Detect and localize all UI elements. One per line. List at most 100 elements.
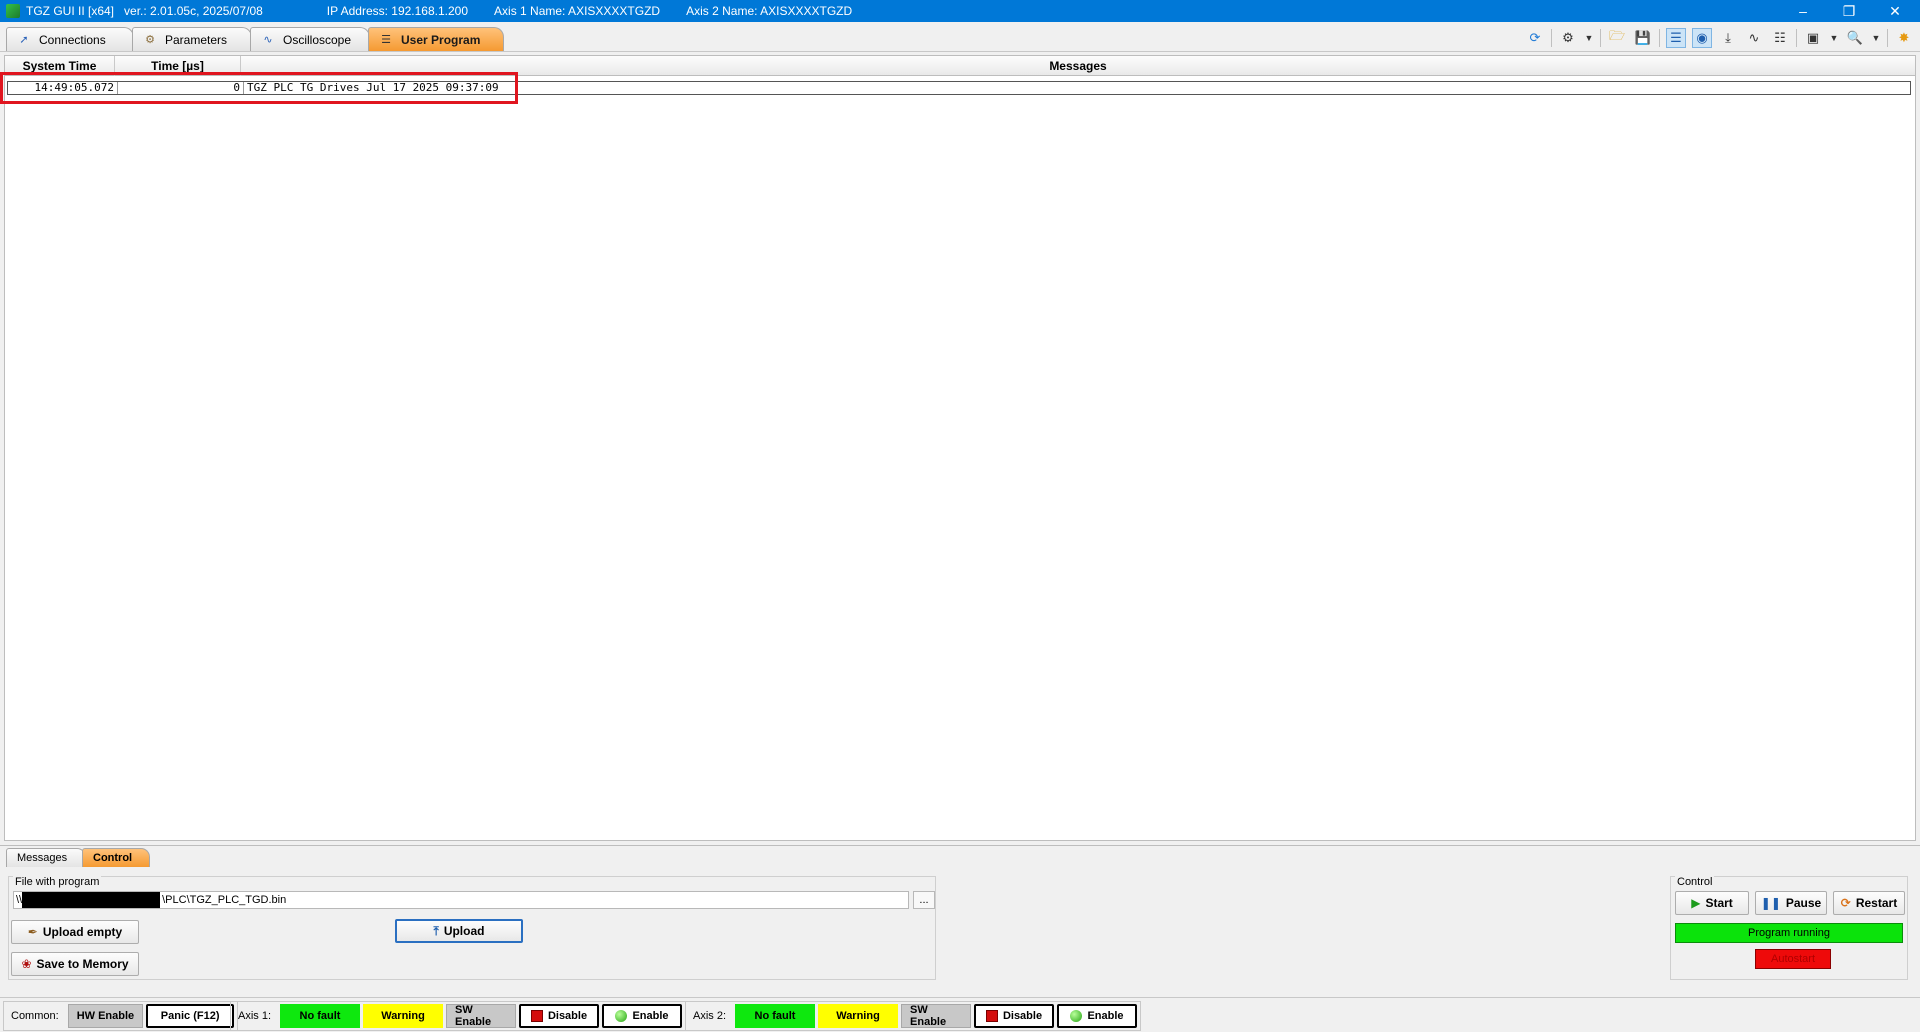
- common-group: Common: HW Enable Panic (F12): [3, 1001, 239, 1031]
- help-icon[interactable]: ✸: [1894, 28, 1914, 48]
- axis2-enable-button[interactable]: Enable: [1057, 1004, 1138, 1028]
- button-label: Enable: [632, 1010, 669, 1022]
- browse-button[interactable]: ...: [913, 891, 935, 909]
- axis2-group: Axis 2: No fault Warning SW Enable Disab…: [685, 1001, 1142, 1031]
- upload-icon: ⤒: [433, 923, 439, 938]
- hw-enable-indicator: HW Enable: [67, 1004, 144, 1028]
- tab-control[interactable]: Control: [82, 848, 150, 867]
- restore-icon[interactable]: ❐: [1826, 0, 1872, 22]
- upload-button[interactable]: ⤒ Upload: [395, 919, 523, 943]
- version-label: ver.: 2.01.05c, 2025/07/08: [124, 4, 263, 18]
- waveform-icon: ∿: [263, 34, 273, 46]
- pause-button[interactable]: ❚❚ Pause: [1755, 891, 1827, 915]
- button-label: Disable: [547, 1010, 588, 1022]
- close-icon[interactable]: ✕: [1872, 0, 1918, 22]
- start-button[interactable]: ▶ Start: [1675, 891, 1749, 915]
- tab-label: Parameters: [165, 32, 228, 47]
- axis2-name-label: Axis 2 Name: AXISXXXXTGZD: [686, 4, 853, 18]
- minimize-icon[interactable]: –: [1780, 0, 1826, 22]
- button-label: Upload: [443, 924, 485, 938]
- control-legend: Control: [1675, 876, 1715, 888]
- app-icon: [6, 4, 20, 18]
- button-label: Pause: [1785, 896, 1822, 910]
- axis2-sw-enable-indicator: SW Enable: [901, 1004, 972, 1028]
- axis2-disable-button[interactable]: Disable: [974, 1004, 1055, 1028]
- chevron-down-icon[interactable]: ▼: [1829, 28, 1839, 48]
- tab-label: Connections: [39, 32, 106, 47]
- tab-parameters[interactable]: ⚙ Parameters: [132, 27, 252, 51]
- button-label: Start: [1705, 896, 1733, 910]
- ip-address-label: IP Address: 192.168.1.200: [326, 4, 469, 18]
- axis1-name-label: Axis 1 Name: AXISXXXXTGZD: [494, 4, 661, 18]
- tab-label: Oscilloscope: [283, 32, 352, 47]
- axis1-disable-button[interactable]: Disable: [519, 1004, 600, 1028]
- button-label: Save to Memory: [36, 957, 129, 971]
- button-label: Disable: [1002, 1010, 1043, 1022]
- toolbar: ⟳ ⚙ ▼ 🗁 💾 ☰ ◉ ⤓ ∿ ☷ ▣ ▼ 🔍 ▼ ✸: [1525, 27, 1914, 49]
- toolbar-divider: [1659, 29, 1660, 47]
- button-label: Enable: [1087, 1010, 1124, 1022]
- highlight-box: [0, 72, 518, 104]
- tab-oscilloscope[interactable]: ∿ Oscilloscope: [250, 27, 370, 51]
- axis1-label: Axis 1:: [238, 1010, 272, 1022]
- play-icon: ▶: [1691, 896, 1701, 910]
- tab-label: User Program: [401, 32, 481, 47]
- axis1-no-fault-indicator: No fault: [280, 1004, 361, 1028]
- title-bar: TGZ GUI II [x64] ver.: 2.01.05c, 2025/07…: [0, 0, 1920, 22]
- window-layout-icon[interactable]: ▣: [1803, 28, 1823, 48]
- button-label: Restart: [1855, 896, 1898, 910]
- toolbar-divider: [1887, 29, 1888, 47]
- status-bar: Common: HW Enable Panic (F12) Axis 1: No…: [0, 997, 1920, 1032]
- restart-button[interactable]: ⟳ Restart: [1833, 891, 1905, 915]
- download-icon[interactable]: ⤓: [1718, 28, 1738, 48]
- broom-icon: ✒: [27, 925, 38, 939]
- path-suffix: \PLC\TGZ_PLC_TGD.bin: [162, 894, 287, 906]
- settings-icon[interactable]: ⚙: [1558, 28, 1578, 48]
- green-dot-icon: [1070, 1010, 1083, 1022]
- panic-button[interactable]: Panic (F12): [146, 1004, 235, 1028]
- save-to-memory-button[interactable]: ❀ Save to Memory: [11, 952, 139, 976]
- axis1-warning-indicator: Warning: [363, 1004, 444, 1028]
- file-program-panel: File with program \\ \PLC\TGZ_PLC_TGD.bi…: [8, 876, 936, 980]
- folder-open-icon[interactable]: 🗁: [1607, 28, 1627, 48]
- pause-icon: ❚❚: [1760, 896, 1781, 910]
- app-title: TGZ GUI II [x64]: [26, 4, 115, 18]
- program-icon: ☰: [381, 34, 391, 46]
- tab-connections[interactable]: ➚ Connections: [6, 27, 134, 51]
- messages-grid: System Time Time [µs] Messages 14:49:05.…: [4, 55, 1916, 841]
- gear-icon: ⚙: [145, 34, 155, 46]
- file-program-legend: File with program: [13, 876, 102, 888]
- toolbar-divider: [1796, 29, 1797, 47]
- toolbar-divider: [1600, 29, 1601, 47]
- redacted-block: [22, 892, 161, 908]
- restart-icon: ⟳: [1840, 896, 1851, 910]
- chevron-down-icon[interactable]: ▼: [1871, 28, 1881, 48]
- stop-square-icon: [985, 1010, 998, 1022]
- autostart-indicator[interactable]: Autostart: [1755, 949, 1831, 969]
- axis1-sw-enable-indicator: SW Enable: [446, 1004, 517, 1028]
- green-dot-icon: [615, 1010, 628, 1022]
- program-list-icon[interactable]: ☷: [1770, 28, 1790, 48]
- refresh-icon[interactable]: ⟳: [1525, 28, 1545, 48]
- control-panel: Control ▶ Start ❚❚ Pause ⟳ Restart Progr…: [1670, 876, 1908, 980]
- record-icon[interactable]: ◉: [1692, 28, 1712, 48]
- bottom-tab-bar: Messages Control: [0, 845, 1920, 867]
- tab-messages[interactable]: Messages: [6, 848, 86, 867]
- common-label: Common:: [11, 1010, 59, 1022]
- stop-square-icon: [530, 1010, 543, 1022]
- upload-empty-button[interactable]: ✒ Upload empty: [11, 920, 139, 944]
- plug-icon: ➚: [19, 34, 29, 46]
- chip-icon: ❀: [21, 957, 32, 971]
- save-icon[interactable]: 💾: [1633, 28, 1653, 48]
- axis2-no-fault-indicator: No fault: [735, 1004, 816, 1028]
- axis1-enable-button[interactable]: Enable: [602, 1004, 683, 1028]
- list-view-icon[interactable]: ☰: [1666, 28, 1686, 48]
- zoom-icon[interactable]: 🔍: [1845, 28, 1865, 48]
- tab-user-program[interactable]: ☰ User Program: [368, 27, 504, 51]
- axis2-warning-indicator: Warning: [818, 1004, 899, 1028]
- chevron-down-icon[interactable]: ▼: [1584, 28, 1594, 48]
- toolbar-divider: [1551, 29, 1552, 47]
- chart-icon[interactable]: ∿: [1744, 28, 1764, 48]
- axis1-group: Axis 1: No fault Warning SW Enable Disab…: [230, 1001, 687, 1031]
- program-path-field[interactable]: \\ \PLC\TGZ_PLC_TGD.bin: [13, 891, 909, 909]
